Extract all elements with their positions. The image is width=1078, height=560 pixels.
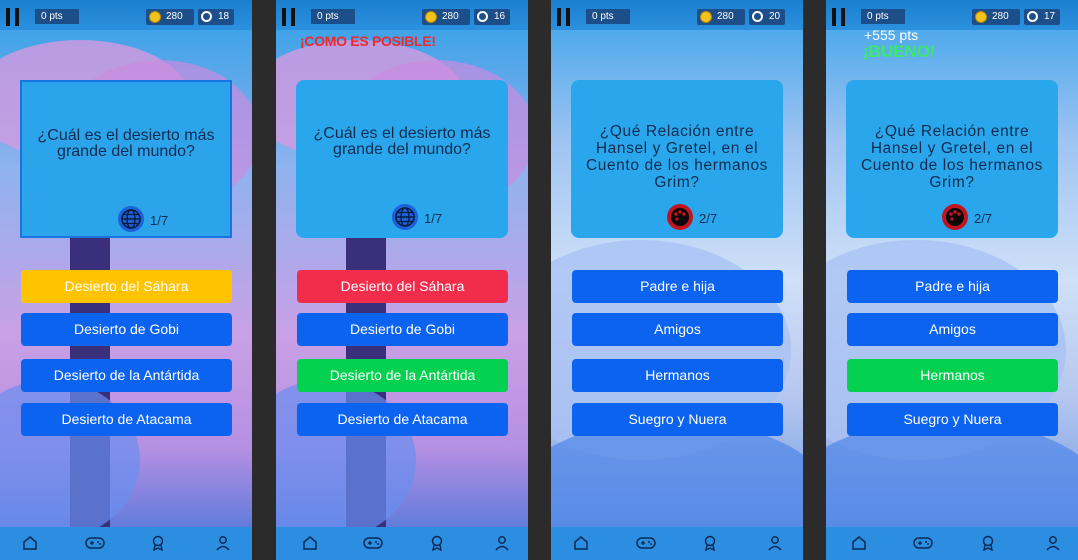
question-counter: 2/7 xyxy=(974,211,993,226)
bottom-nav xyxy=(0,527,252,560)
game-screen-4: 0 pts 280 17 +555 pts ¡BUENO! ¿Qué Relac… xyxy=(826,0,1078,560)
feedback-message: ¡COMO ES POSIBLE! xyxy=(300,33,436,49)
points-display: 0 pts xyxy=(861,9,905,24)
profile-icon[interactable] xyxy=(1045,535,1061,551)
gamepad-icon[interactable] xyxy=(85,535,105,551)
coins-value: 280 xyxy=(166,11,183,22)
game-screen-2: 0 pts 280 16 ¡COMO ES POSIBLE! ¿Cuál es … xyxy=(276,0,528,560)
profile-icon[interactable] xyxy=(215,535,231,551)
answer-button[interactable]: Desierto de Atacama xyxy=(297,403,508,436)
coins-display: 280 xyxy=(697,9,745,25)
answer-button[interactable]: Amigos xyxy=(847,313,1058,346)
timer-value: 18 xyxy=(218,11,230,22)
bottom-nav xyxy=(826,527,1078,560)
coin-icon xyxy=(425,11,437,23)
coins-display: 280 xyxy=(972,9,1020,25)
question-card: ¿Qué Relación entre Hansel y Gretel, en … xyxy=(571,80,783,238)
question-counter: 2/7 xyxy=(699,211,718,226)
answer-button[interactable]: Hermanos xyxy=(847,359,1058,392)
feedback-message: ¡BUENO! xyxy=(863,42,936,61)
music-palette-icon xyxy=(667,204,693,230)
home-icon[interactable] xyxy=(22,535,38,551)
timer-value: 17 xyxy=(1044,11,1056,22)
timer-display: 20 xyxy=(749,9,785,25)
award-icon[interactable] xyxy=(429,535,445,552)
pause-icon[interactable] xyxy=(832,8,846,26)
question-text: ¿Qué Relación entre Hansel y Gretel, en … xyxy=(585,123,769,191)
stopwatch-icon xyxy=(477,11,488,22)
points-gained: +555 pts xyxy=(864,27,919,43)
answer-button[interactable]: Desierto de Gobi xyxy=(297,313,508,346)
game-screen-1: 0 pts 280 18 ¿Cuál es el desierto más gr… xyxy=(0,0,252,560)
pause-icon[interactable] xyxy=(557,8,571,26)
timer-display: 17 xyxy=(1024,9,1060,25)
home-icon[interactable] xyxy=(573,535,589,551)
award-icon[interactable] xyxy=(980,535,996,552)
coins-value: 280 xyxy=(717,11,734,22)
bottom-nav xyxy=(551,527,803,560)
profile-icon[interactable] xyxy=(494,535,510,551)
answer-button[interactable]: Desierto del Sáhara xyxy=(297,270,508,303)
gamepad-icon[interactable] xyxy=(363,535,383,551)
gamepad-icon[interactable] xyxy=(913,535,933,551)
stopwatch-icon xyxy=(201,11,212,22)
status-bar: 0 pts 280 17 xyxy=(826,0,1078,30)
coins-value: 280 xyxy=(442,11,459,22)
answer-button[interactable]: Amigos xyxy=(572,313,783,346)
status-bar: 0 pts 280 16 xyxy=(276,0,528,30)
profile-icon[interactable] xyxy=(767,535,783,551)
answer-button[interactable]: Desierto del Sáhara xyxy=(21,270,232,303)
coin-icon xyxy=(700,11,712,23)
music-palette-icon xyxy=(942,204,968,230)
bottom-nav xyxy=(276,527,528,560)
answer-button[interactable]: Desierto de Gobi xyxy=(21,313,232,346)
answer-button[interactable]: Suegro y Nuera xyxy=(847,403,1058,436)
coins-display: 280 xyxy=(422,9,470,25)
points-display: 0 pts xyxy=(35,9,79,24)
pause-icon[interactable] xyxy=(282,8,296,26)
timer-display: 16 xyxy=(474,9,510,25)
status-bar: 0 pts 280 20 xyxy=(551,0,803,30)
points-display: 0 pts xyxy=(311,9,355,24)
points-display: 0 pts xyxy=(586,9,630,24)
timer-display: 18 xyxy=(198,9,234,25)
coins-display: 280 xyxy=(146,9,194,25)
question-card: ¿Cuál es el desierto más grande del mund… xyxy=(296,80,508,238)
answer-button[interactable]: Desierto de Atacama xyxy=(21,403,232,436)
gamepad-icon[interactable] xyxy=(636,535,656,551)
question-card: ¿Qué Relación entre Hansel y Gretel, en … xyxy=(846,80,1058,238)
answer-button[interactable]: Suegro y Nuera xyxy=(572,403,783,436)
stopwatch-icon xyxy=(1027,11,1038,22)
answer-button[interactable]: Padre e hija xyxy=(572,270,783,303)
home-icon[interactable] xyxy=(302,535,318,551)
answer-button[interactable]: Desierto de la Antártida xyxy=(297,359,508,392)
stopwatch-icon xyxy=(752,11,763,22)
question-text: ¿Qué Relación entre Hansel y Gretel, en … xyxy=(860,123,1044,191)
pause-icon[interactable] xyxy=(6,8,20,26)
timer-value: 20 xyxy=(769,11,781,22)
question-counter: 1/7 xyxy=(424,211,443,226)
status-bar: 0 pts 280 18 xyxy=(0,0,252,30)
globe-icon xyxy=(392,204,418,230)
timer-value: 16 xyxy=(494,11,506,22)
coins-value: 280 xyxy=(992,11,1009,22)
answer-button[interactable]: Hermanos xyxy=(572,359,783,392)
question-card: ¿Cuál es el desierto más grande del mund… xyxy=(20,80,232,238)
game-screen-3: 0 pts 280 20 ¿Qué Relación entre Hansel … xyxy=(551,0,803,560)
globe-icon xyxy=(118,206,144,232)
coin-icon xyxy=(149,11,161,23)
question-counter: 1/7 xyxy=(150,213,169,228)
question-text: ¿Cuál es el desierto más grande del mund… xyxy=(313,125,491,158)
answer-button[interactable]: Padre e hija xyxy=(847,270,1058,303)
home-icon[interactable] xyxy=(851,535,867,551)
award-icon[interactable] xyxy=(702,535,718,552)
coin-icon xyxy=(975,11,987,23)
answer-button[interactable]: Desierto de la Antártida xyxy=(21,359,232,392)
award-icon[interactable] xyxy=(150,535,166,552)
question-text: ¿Cuál es el desierto más grande del mund… xyxy=(37,127,215,160)
